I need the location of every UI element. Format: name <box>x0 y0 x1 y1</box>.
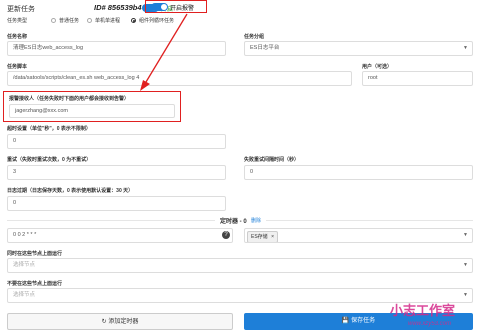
radio-normal-task[interactable] <box>51 18 56 23</box>
radio-single-label: 单机单进程 <box>95 18 121 24</box>
alarm-receiver-label: 报警接收人（任务失败时下面的用户都会接收到告警） <box>9 96 130 102</box>
retry-input[interactable]: 3 <box>7 165 226 180</box>
user-input[interactable]: root <box>362 71 473 86</box>
watermark-url: www.xzy53.com <box>408 321 452 327</box>
node-tag-remove[interactable]: × <box>271 234 274 240</box>
node-tag-label: ES存储 <box>251 234 268 240</box>
annotation-arrow <box>140 13 188 91</box>
run-nodes-placeholder: 选择节点 <box>13 262 36 268</box>
run-nodes-select[interactable]: 选择节点 <box>7 258 473 273</box>
task-name-label: 任务名称 <box>7 34 28 40</box>
task-group-select[interactable]: ES日志平台 <box>244 41 473 56</box>
timer-node-select[interactable]: ES存储 × <box>244 228 473 243</box>
retry-interval-label: 失败重试间隔时间（秒） <box>244 157 300 163</box>
timer-divider-right <box>266 220 473 221</box>
timeout-label: 超时设置（单位"秒"，0 表示不限制） <box>7 126 91 132</box>
help-icon[interactable]: ? <box>222 231 230 239</box>
task-group-label: 任务分组 <box>244 34 265 40</box>
node-tag: ES存储 × <box>247 231 278 242</box>
refresh-icon: ↻ <box>101 319 107 325</box>
log-expire-input[interactable]: 0 <box>7 196 226 211</box>
user-label: 用户（可选） <box>362 64 393 70</box>
cron-input[interactable]: 0 0 2 * * * <box>7 228 233 243</box>
page-title: 更新任务 <box>7 6 35 13</box>
timer-divider-left <box>7 220 215 221</box>
save-task-label: 保存任务 <box>351 318 376 324</box>
retry-label: 重试（失败时重试次数，0 为不重试） <box>7 157 92 163</box>
retry-interval-input[interactable]: 0 <box>244 165 473 180</box>
task-group-value: ES日志平台 <box>250 45 280 51</box>
task-type-label: 任务类型 <box>7 18 28 24</box>
chevron-down-icon: ▼ <box>463 45 468 51</box>
timer-delete-link[interactable]: 删除 <box>251 217 261 224</box>
run-nodes-label: 同时在这些节点上面运行 <box>7 251 63 257</box>
chevron-down-icon: ▼ <box>463 292 468 298</box>
exclude-nodes-label: 不要在这些节点上面运行 <box>7 281 63 287</box>
add-timer-button[interactable]: ↻ 添加定时器 <box>7 313 233 330</box>
exclude-nodes-placeholder: 选择节点 <box>13 292 36 298</box>
task-script-label: 任务脚本 <box>7 64 28 70</box>
chevron-down-icon: ▼ <box>463 262 468 268</box>
radio-single-process[interactable] <box>87 18 92 23</box>
alarm-receiver-input[interactable]: jagerzhang@xxx.com <box>9 104 175 118</box>
timer-title: 定时器 - 0 <box>220 219 247 225</box>
radio-normal-label: 普通任务 <box>59 18 80 24</box>
task-name-input[interactable]: 清理ES日志web_access_log <box>7 41 226 56</box>
timeout-input[interactable]: 0 <box>7 134 226 149</box>
log-expire-label: 日志过期（日志保存天数，0 表示使用默认设置：30 天） <box>7 188 134 194</box>
add-timer-label: 添加定时器 <box>108 319 139 325</box>
save-icon: 💾 <box>341 318 350 324</box>
watermark-text: 小志工作室 <box>390 303 456 318</box>
chevron-down-icon: ▼ <box>463 232 468 238</box>
cron-value: 0 0 2 * * * <box>13 232 37 238</box>
